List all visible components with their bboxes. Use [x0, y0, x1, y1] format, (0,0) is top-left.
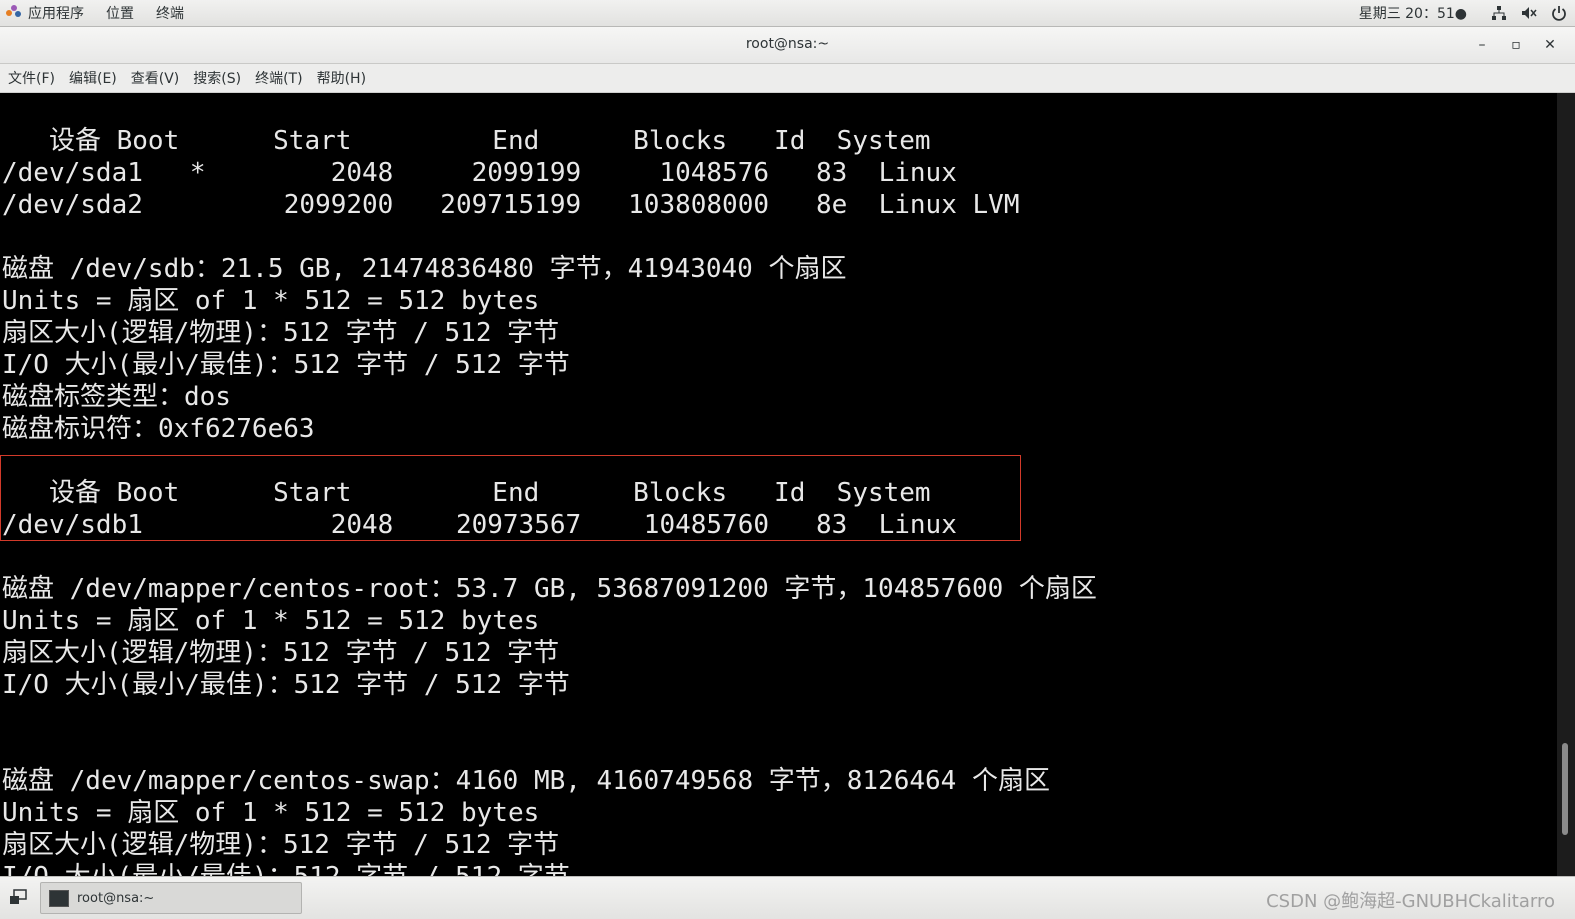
volume-icon[interactable]	[1521, 5, 1537, 21]
terminal-scrollbar[interactable]	[1557, 93, 1575, 876]
show-desktop-icon[interactable]	[6, 886, 32, 910]
terminal-app-label: 终端	[156, 6, 184, 22]
terminal-line: 磁盘 /dev/mapper/centos-swap：4160 MB, 4160…	[2, 766, 1050, 796]
menu-file[interactable]: 文件(F)	[8, 68, 55, 88]
terminal-line: /dev/sda1 * 2048 2099199 1048576 83 Linu…	[2, 158, 957, 188]
window-titlebar[interactable]: root@nsa:~ – ▫ ✕	[0, 27, 1575, 64]
menu-view[interactable]: 查看(V)	[131, 68, 180, 88]
terminal-line: 设备 Boot Start End Blocks Id System	[2, 126, 931, 156]
terminal-line: I/O 大小(最小/最佳)：512 字节 / 512 字节	[2, 350, 570, 380]
places-label: 位置	[106, 6, 134, 22]
terminal-line: Units = 扇区 of 1 * 512 = 512 bytes	[2, 286, 540, 316]
terminal-icon	[49, 889, 69, 907]
terminal-line: 扇区大小(逻辑/物理)：512 字节 / 512 字节	[2, 830, 560, 860]
top-panel: 应用程序 位置 终端 星期三 20：51●	[0, 0, 1575, 27]
terminal-line: 磁盘 /dev/mapper/centos-root：53.7 GB, 5368…	[2, 574, 1097, 604]
applications-label: 应用程序	[28, 6, 84, 22]
menubar: 文件(F) 编辑(E) 查看(V) 搜索(S) 终端(T) 帮助(H)	[0, 64, 1575, 93]
terminal-line: 扇区大小(逻辑/物理)：512 字节 / 512 字节	[2, 318, 560, 348]
terminal-output[interactable]: 设备 Boot Start End Blocks Id System /dev/…	[0, 93, 1557, 876]
scrollbar-thumb[interactable]	[1562, 743, 1568, 835]
clock[interactable]: 星期三 20：51●	[1359, 3, 1467, 23]
gnome-foot-icon	[6, 5, 22, 21]
terminal-line: 扇区大小(逻辑/物理)：512 字节 / 512 字节	[2, 638, 560, 668]
terminal-line: Units = 扇区 of 1 * 512 = 512 bytes	[2, 606, 540, 636]
terminal-line: /dev/sda2 2099200 209715199 103808000 8e…	[2, 190, 1020, 220]
watermark: CSDN @鲍海超-GNUBHCkalitarro	[1266, 891, 1555, 912]
taskbar-window-terminal[interactable]: root@nsa:~	[40, 882, 302, 914]
terminal-line: I/O 大小(最小/最佳)：512 字节 / 512 字节	[2, 862, 570, 876]
menu-terminal[interactable]: 终端(T)	[255, 68, 302, 88]
terminal-line: I/O 大小(最小/最佳)：512 字节 / 512 字节	[2, 670, 570, 700]
menu-help[interactable]: 帮助(H)	[317, 68, 366, 88]
places-menu[interactable]: 位置	[106, 3, 134, 23]
terminal-app-menu[interactable]: 终端	[156, 3, 184, 23]
terminal-line: Units = 扇区 of 1 * 512 = 512 bytes	[2, 798, 540, 828]
taskbar-window-label: root@nsa:~	[77, 890, 155, 906]
menu-edit[interactable]: 编辑(E)	[69, 68, 117, 88]
menu-search[interactable]: 搜索(S)	[193, 68, 241, 88]
terminal-line: 磁盘标签类型：dos	[2, 382, 231, 412]
power-icon[interactable]	[1551, 5, 1567, 21]
minimize-button[interactable]: –	[1472, 35, 1492, 55]
terminal-line: 磁盘标识符：0xf6276e63	[2, 414, 315, 444]
bottom-taskbar: root@nsa:~ CSDN @鲍海超-GNUBHCkalitarro	[0, 876, 1575, 919]
window-title: root@nsa:~	[745, 36, 830, 52]
close-button[interactable]: ✕	[1540, 35, 1560, 55]
terminal-line: 磁盘 /dev/sdb：21.5 GB, 21474836480 字节，4194…	[2, 254, 847, 284]
applications-menu[interactable]: 应用程序	[6, 3, 84, 23]
sdb-partition-highlight	[0, 455, 1021, 541]
network-icon[interactable]	[1491, 5, 1507, 21]
maximize-button[interactable]: ▫	[1506, 35, 1526, 55]
